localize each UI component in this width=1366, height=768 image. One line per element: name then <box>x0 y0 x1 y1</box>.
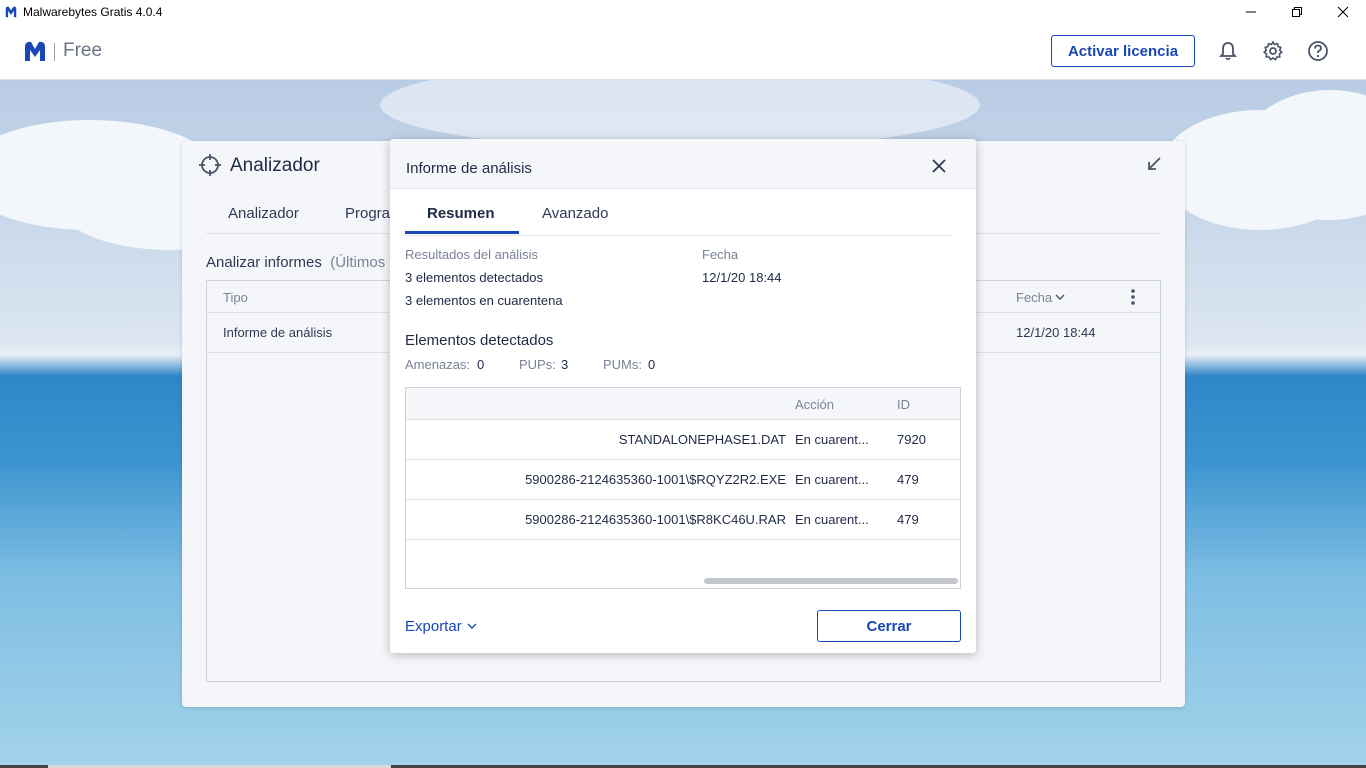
detected-items-table: Acción ID STANDALONEPHASE1.DAT En cuaren… <box>405 387 961 589</box>
chevron-down-icon <box>467 623 477 629</box>
threats-label: Amenazas: <box>405 357 471 372</box>
card-subtitle: Analizar informes (Últimos <box>206 254 386 271</box>
pups-count: 3 <box>561 357 569 372</box>
item-action: En cuarent... <box>795 472 869 487</box>
export-dropdown[interactable]: Exportar <box>405 618 477 635</box>
detected-count: 3 elementos detectados <box>405 270 544 285</box>
app-header: Free Activar licencia <box>0 23 1366 80</box>
table-row[interactable]: 5900286-2124635360-1001\$R8KC46U.RAR En … <box>406 500 960 540</box>
scan-report-dialog: Informe de análisis Resumen Avanzado Res… <box>390 139 976 653</box>
pups-label: PUPs: <box>519 357 556 372</box>
malwarebytes-logo-icon <box>5 6 17 17</box>
bell-icon[interactable] <box>1217 40 1239 62</box>
column-date[interactable]: Fecha <box>1016 290 1052 305</box>
logo-divider <box>54 43 55 61</box>
chevron-down-icon[interactable] <box>1055 294 1065 301</box>
dialog-title: Informe de análisis <box>406 160 532 177</box>
window-controls <box>1228 0 1366 23</box>
results-label: Resultados del análisis <box>405 247 538 262</box>
item-id: 479 <box>897 512 919 527</box>
card-title: Analizador <box>230 155 320 176</box>
close-icon[interactable] <box>931 158 947 174</box>
quarantined-count: 3 elementos en cuarentena <box>405 293 563 308</box>
edition-label: Free <box>63 40 103 61</box>
help-icon[interactable] <box>1307 40 1329 62</box>
minimize-button[interactable] <box>1228 0 1274 23</box>
window-title: Malwarebytes Gratis 4.0.4 <box>23 4 163 19</box>
item-path: 5900286-2124635360-1001\$RQYZ2R2.EXE <box>525 472 786 487</box>
minimize-icon <box>1246 11 1256 12</box>
restore-icon <box>1292 6 1302 17</box>
tab-summary[interactable]: Resumen <box>427 205 495 222</box>
title-bar: Malwarebytes Gratis 4.0.4 <box>0 0 1366 23</box>
item-id: 7920 <box>897 432 926 447</box>
report-type: Informe de análisis <box>223 325 333 340</box>
table-row[interactable]: STANDALONEPHASE1.DAT En cuarent... 7920 <box>406 420 960 460</box>
item-id: 479 <box>897 472 919 487</box>
tab-programmed[interactable]: Progra <box>345 205 390 222</box>
pums-count: 0 <box>648 357 656 372</box>
date-label: Fecha <box>702 247 739 262</box>
threats-count: 0 <box>477 357 485 372</box>
close-button[interactable]: Cerrar <box>817 610 961 642</box>
horizontal-scrollbar[interactable] <box>704 578 958 584</box>
table-row[interactable]: 5900286-2124635360-1001\$RQYZ2R2.EXE En … <box>406 460 960 500</box>
activate-license-button[interactable]: Activar licencia <box>1051 35 1195 67</box>
detected-table-header: Acción ID <box>406 388 960 420</box>
date-value: 12/1/20 18:44 <box>702 270 782 285</box>
item-path: 5900286-2124635360-1001\$R8KC46U.RAR <box>525 512 786 527</box>
pums-label: PUMs: <box>603 357 642 372</box>
crosshair-icon <box>199 154 221 176</box>
report-date: 12/1/20 18:44 <box>1016 325 1096 340</box>
item-action: En cuarent... <box>795 512 869 527</box>
tab-advanced[interactable]: Avanzado <box>542 205 608 222</box>
column-type[interactable]: Tipo <box>223 290 248 305</box>
collapse-icon[interactable] <box>1145 155 1163 173</box>
item-path: STANDALONEPHASE1.DAT <box>618 432 786 447</box>
malwarebytes-logo-icon <box>25 41 45 61</box>
active-tab-indicator <box>405 231 519 234</box>
gear-icon[interactable] <box>1262 40 1284 62</box>
close-window-button[interactable] <box>1320 0 1366 23</box>
more-options-icon[interactable] <box>1130 288 1136 306</box>
dialog-header: Informe de análisis <box>390 139 976 189</box>
column-id[interactable]: ID <box>897 397 910 412</box>
tab-separator <box>405 235 953 236</box>
tab-analyzer[interactable]: Analizador <box>228 205 299 222</box>
detected-items-title: Elementos detectados <box>405 332 554 349</box>
close-icon <box>1337 6 1349 17</box>
export-label: Exportar <box>405 618 462 635</box>
item-action: En cuarent... <box>795 432 869 447</box>
column-action[interactable]: Acción <box>795 397 834 412</box>
restore-button[interactable] <box>1274 0 1320 23</box>
